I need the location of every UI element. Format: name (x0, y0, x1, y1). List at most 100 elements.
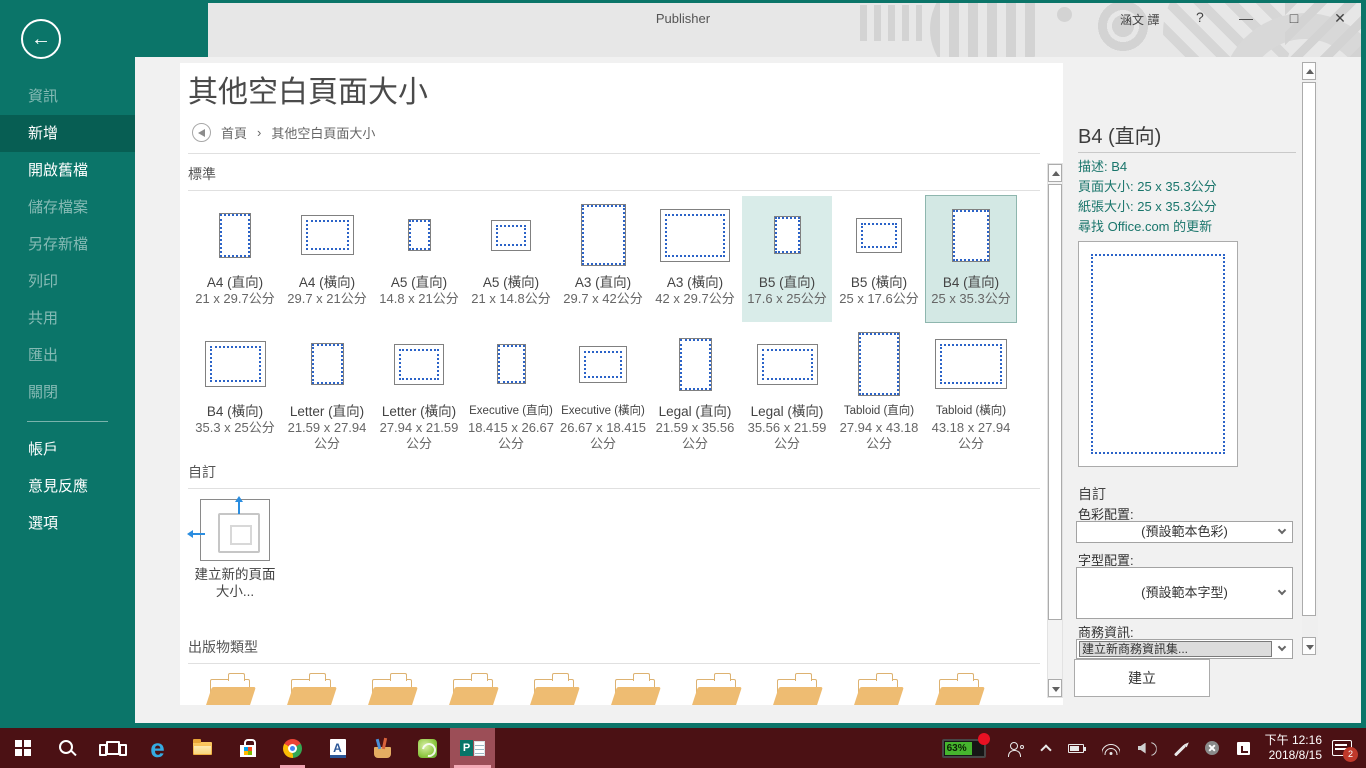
chevron-up-icon[interactable] (1039, 744, 1052, 756)
x-circle-icon[interactable] (1204, 741, 1219, 755)
page-size-tile[interactable]: B5 (橫向) 25 x 17.6公分 (834, 196, 924, 322)
sidebar-item[interactable]: 開啟舊檔 (0, 152, 135, 189)
sidebar-item[interactable]: 選項 (0, 505, 135, 542)
sidebar-menu: 資訊 新增 開啟舊檔 儲存檔案 另存新檔 列印 共用 匯出 關閉 帳戶 意見反應… (0, 78, 135, 542)
publication-type-folder-icon[interactable] (933, 673, 985, 705)
page-size-tile[interactable]: B4 (直向) 25 x 35.3公分 (925, 195, 1017, 323)
edge-icon: e (150, 733, 165, 763)
scroll-up-icon[interactable] (1302, 62, 1316, 80)
sidebar-item-label: 帳戶 (28, 441, 59, 458)
publication-type-folder-icon[interactable] (204, 673, 256, 705)
maximize-button[interactable]: □ (1280, 7, 1308, 29)
scroll-down-icon[interactable] (1048, 679, 1062, 697)
scrollbar-thumb[interactable] (1302, 82, 1316, 616)
page-size-tile[interactable]: A3 (直向) 29.7 x 42公分 (558, 196, 648, 322)
word-taskbar-button[interactable]: A (315, 728, 360, 768)
page-size-tile[interactable]: B4 (橫向) 35.3 x 25公分 (190, 325, 280, 457)
create-new-page-size-tile[interactable]: 建立新的頁面大小... (187, 496, 280, 600)
scrollbar-thumb[interactable] (1048, 184, 1062, 620)
publisher-taskbar-button[interactable]: P (450, 728, 495, 768)
create-button[interactable]: 建立 (1074, 659, 1210, 697)
tablet-icon[interactable] (1236, 741, 1250, 755)
sidebar-item[interactable]: 資訊 (0, 78, 135, 115)
sidebar-item[interactable]: 共用 (0, 300, 135, 337)
page-size-name: Tabloid (橫向) (935, 405, 1007, 417)
people-icon[interactable] (1007, 741, 1024, 757)
breadcrumb-back-icon[interactable] (192, 123, 211, 142)
page-size-tile[interactable]: B5 (直向) 17.6 x 25公分 (742, 196, 832, 322)
publication-type-folder-icon[interactable] (852, 673, 904, 705)
folder-front (366, 687, 418, 705)
paper-sheet (773, 216, 801, 254)
help-icon[interactable]: ? (1196, 9, 1204, 25)
minimize-button[interactable]: — (1232, 7, 1260, 29)
page-size-tile[interactable]: Letter (直向) 21.59 x 27.94 公分 (282, 325, 372, 457)
page-size-tile[interactable]: A4 (直向) 21 x 29.7公分 (190, 196, 280, 322)
page-dotted-outline (679, 338, 711, 390)
sidebar-item[interactable]: 匯出 (0, 337, 135, 374)
draw-app-taskbar-button[interactable] (360, 728, 405, 768)
start-pane (14, 749, 22, 756)
close-button[interactable]: ✕ (1326, 7, 1354, 29)
publication-type-folder-icon[interactable] (366, 673, 418, 705)
pen-icon[interactable] (1173, 744, 1186, 757)
breadcrumb-home[interactable]: 首頁 (221, 123, 247, 142)
store-taskbar-button[interactable] (225, 728, 270, 768)
business-info-dropdown[interactable]: 建立新商務資訊集... (1076, 639, 1293, 659)
sidebar-item[interactable]: 新增 (0, 115, 135, 152)
scroll-up-icon[interactable] (1048, 164, 1062, 182)
scroll-down-icon[interactable] (1302, 637, 1316, 655)
publication-type-folder-icon[interactable] (285, 673, 337, 705)
sidebar-item[interactable]: 帳戶 (0, 431, 135, 468)
battery-icon[interactable] (1067, 743, 1086, 753)
page-size-tile[interactable]: Tabloid (橫向) 43.18 x 27.94公分 (926, 325, 1016, 457)
wifi-icon[interactable] (1102, 742, 1120, 755)
sidebar-item[interactable]: 另存新檔 (0, 226, 135, 263)
page-size-tile[interactable]: A5 (橫向) 21 x 14.8公分 (466, 196, 556, 322)
publication-type-folder-icon[interactable] (771, 673, 823, 705)
battery-percent-widget[interactable]: 63% (941, 732, 990, 758)
chrome-taskbar-button[interactable] (270, 728, 315, 768)
publication-type-folder-icon[interactable] (528, 673, 580, 705)
sidebar-item-label: 共用 (28, 310, 59, 327)
detail-info: 描述: B4 頁面大小: 25 x 35.3公分 紙張大小: 25 x 35.3公分 (1078, 157, 1217, 217)
volume-icon[interactable] (1138, 742, 1155, 755)
page-size-tile[interactable]: Executive (直向) 18.415 x 26.67 公分 (466, 325, 556, 457)
start-taskbar-button[interactable] (0, 728, 45, 768)
search-taskbar-button[interactable] (45, 728, 90, 768)
page-size-dimensions: 27.94 x 21.59 公分 (379, 420, 459, 451)
page-size-name: A5 (直向) (390, 275, 448, 290)
paper-sheet (935, 339, 1007, 389)
photo-app-taskbar-button[interactable] (405, 728, 450, 768)
page-size-tile[interactable]: Letter (橫向) 27.94 x 21.59 公分 (374, 325, 464, 457)
taskbar-clock[interactable]: 下午 12:16 2018/8/15 (1265, 733, 1322, 763)
page-size-tile[interactable]: A5 (直向) 14.8 x 21公分 (374, 196, 464, 322)
gallery-scrollbar[interactable] (1047, 163, 1063, 698)
office-update-link[interactable]: 尋找 Office.com 的更新 (1078, 217, 1212, 237)
notification-center-icon[interactable]: 2 (1332, 740, 1358, 762)
page-size-tile[interactable]: A3 (橫向) 42 x 29.7公分 (650, 196, 740, 322)
publisher-backstage-window: Publisher 涵文 譚 ? — □ ✕ ← 資訊 新增 開啟舊檔 儲存檔案… (0, 0, 1366, 768)
sidebar-item[interactable]: 意見反應 (0, 468, 135, 505)
sidebar-item[interactable]: 列印 (0, 263, 135, 300)
publication-type-folder-icon[interactable] (447, 673, 499, 705)
folder-front (285, 687, 337, 705)
sidebar-item[interactable]: 儲存檔案 (0, 189, 135, 226)
font-scheme-dropdown[interactable]: (預設範本字型) (1076, 567, 1293, 619)
color-scheme-dropdown[interactable]: (預設範本色彩) (1076, 521, 1293, 543)
page-preview (1078, 241, 1238, 467)
panel-scrollbar[interactable] (1302, 62, 1318, 655)
sidebar-item[interactable]: 關閉 (0, 374, 135, 411)
page-size-tile[interactable]: Legal (直向) 21.59 x 35.56 公分 (650, 325, 740, 457)
publication-type-folder-icon[interactable] (690, 673, 742, 705)
page-size-tile[interactable]: Executive (橫向) 26.67 x 18.415 公分 (558, 325, 648, 457)
signed-in-user[interactable]: 涵文 譚 (1120, 11, 1159, 28)
file-explorer-taskbar-button[interactable] (180, 728, 225, 768)
publication-type-folder-icon[interactable] (609, 673, 661, 705)
page-size-tile[interactable]: Tabloid (直向) 27.94 x 43.18公分 (834, 325, 924, 457)
page-size-tile[interactable]: A4 (橫向) 29.7 x 21公分 (282, 196, 372, 322)
task-view-taskbar-button[interactable] (90, 728, 135, 768)
edge-taskbar-button[interactable]: e (135, 728, 180, 768)
page-size-tile[interactable]: Legal (橫向) 35.56 x 21.59 公分 (742, 325, 832, 457)
folder-front (528, 687, 580, 705)
